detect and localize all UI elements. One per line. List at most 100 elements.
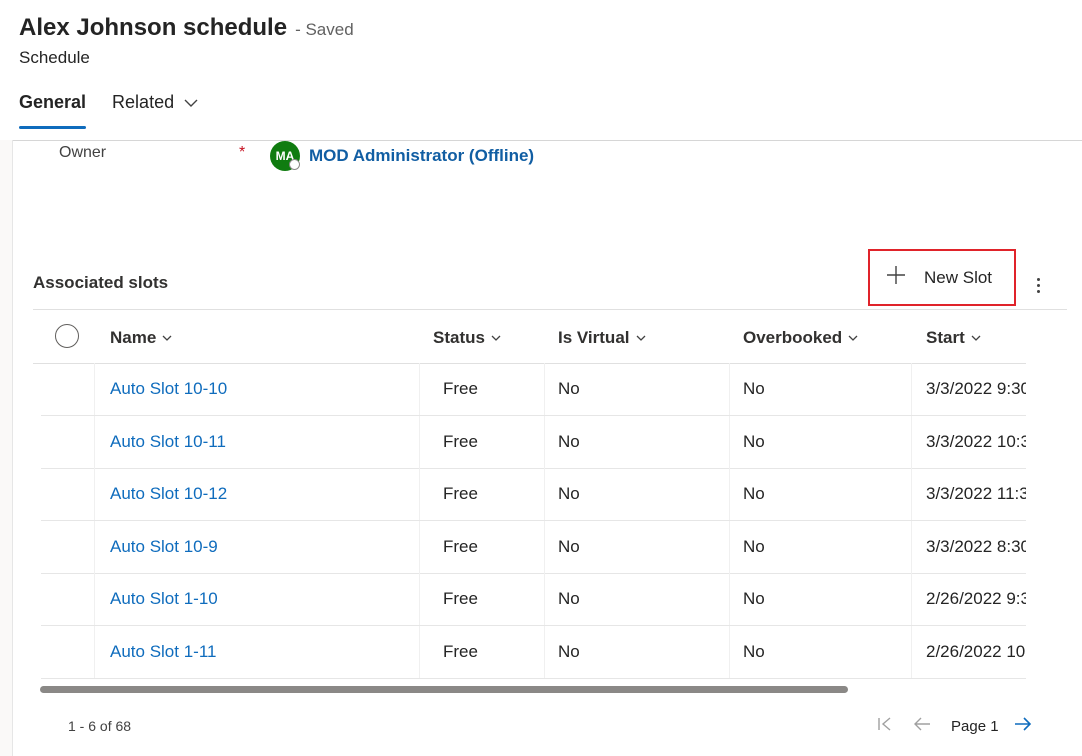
chevron-down-icon [848,335,858,341]
slot-status: Free [443,432,478,451]
subgrid-title: Associated slots [33,273,169,292]
grid-header: Name Status Is Virtual Overbooked Start [33,310,1026,364]
column-header-label: Is Virtual [558,328,630,347]
slot-name-link[interactable]: Auto Slot 10-12 [110,484,227,504]
slot-status: Free [443,642,478,661]
tab-related[interactable]: Related [112,92,198,123]
slots-grid: Name Status Is Virtual Overbooked Start … [33,310,1026,680]
table-row[interactable]: Auto Slot 1-11 Free No No 2/26/2022 10 [41,626,1026,679]
column-divider [911,468,912,520]
entity-name: Schedule [19,48,90,67]
table-row[interactable]: Auto Slot 10-10 Free No No 3/3/2022 9:30 [41,363,1026,416]
column-header-start[interactable]: Start [926,328,981,348]
column-divider [419,363,420,415]
form-header: Alex Johnson schedule - Saved Schedule G… [0,0,1082,141]
column-divider [544,573,545,625]
table-row[interactable]: Auto Slot 10-9 Free No No 3/3/2022 8:30 [41,521,1026,574]
slot-name-link[interactable]: Auto Slot 10-10 [110,379,227,399]
slot-name-link[interactable]: Auto Slot 10-9 [110,537,218,557]
slot-start: 3/3/2022 11:3 [926,484,1026,503]
slot-is-virtual: No [558,484,580,503]
arrow-left-icon[interactable] [913,716,931,732]
column-divider [729,363,730,415]
column-header-label: Start [926,328,965,347]
table-row[interactable]: Auto Slot 1-10 Free No No 2/26/2022 9:3 [41,573,1026,626]
column-divider [419,573,420,625]
slot-name-link[interactable]: Auto Slot 10-11 [110,432,226,452]
form-left-gutter [0,140,13,756]
save-status: - Saved [295,20,354,39]
column-divider [544,521,545,573]
chevron-down-icon [162,335,172,341]
column-header-status[interactable]: Status [433,328,501,348]
column-divider [94,626,95,678]
column-divider [911,521,912,573]
tab-general-label: General [19,92,87,112]
new-slot-label: New Slot [924,267,993,287]
tab-general[interactable]: General [19,92,87,129]
presence-offline-icon [289,159,300,170]
column-divider [544,363,545,415]
more-vertical-icon[interactable] [1028,272,1048,298]
table-row[interactable]: Auto Slot 10-11 Free No No 3/3/2022 10:3 [41,416,1026,469]
first-page-icon[interactable] [877,716,893,732]
chevron-down-icon [636,335,645,341]
arrow-right-icon[interactable] [1014,716,1032,732]
column-divider [94,521,95,573]
slot-status: Free [443,589,478,608]
column-divider [911,416,912,468]
slot-is-virtual: No [558,537,580,556]
column-divider [419,416,420,468]
chevron-down-icon [184,92,198,113]
owner-lookup-link[interactable]: MOD Administrator (Offline) [309,146,534,166]
column-divider [419,468,420,520]
slot-status: Free [443,537,478,556]
slot-status: Free [443,379,478,398]
column-divider [911,363,912,415]
tab-list: General Related [19,92,198,129]
horizontal-scrollbar[interactable] [40,686,848,693]
record-title: Alex Johnson schedule [19,14,288,41]
plus-icon [886,265,906,290]
slot-overbooked: No [743,484,765,503]
table-row[interactable]: Auto Slot 10-12 Free No No 3/3/2022 11:3 [41,468,1026,521]
slot-is-virtual: No [558,642,580,661]
select-all-checkbox[interactable] [55,324,79,348]
slot-name-link[interactable]: Auto Slot 1-10 [110,589,218,609]
slot-start: 3/3/2022 10:3 [926,432,1026,451]
column-divider [544,416,545,468]
column-divider [94,363,95,415]
column-header-is-virtual[interactable]: Is Virtual [558,328,646,348]
column-header-overbooked[interactable]: Overbooked [743,328,858,348]
new-slot-button[interactable]: New Slot [868,249,1016,306]
column-divider [94,416,95,468]
column-divider [911,573,912,625]
title-row: Alex Johnson schedule - Saved [19,14,354,42]
tab-related-label: Related [112,92,175,112]
column-header-name[interactable]: Name [110,328,172,348]
slot-overbooked: No [743,379,765,398]
slot-overbooked: No [743,642,765,661]
page-label: Page 1 [951,718,999,735]
column-divider [544,468,545,520]
column-divider [729,416,730,468]
column-divider [544,626,545,678]
slot-name-link[interactable]: Auto Slot 1-11 [110,642,216,662]
column-divider [94,468,95,520]
chevron-down-icon [971,335,981,341]
slot-is-virtual: No [558,432,580,451]
slot-start: 3/3/2022 8:30 [926,537,1026,556]
required-indicator: * [239,144,246,161]
chevron-down-icon [491,335,501,341]
slot-is-virtual: No [558,379,580,398]
slot-overbooked: No [743,537,765,556]
column-header-label: Name [110,328,157,347]
slot-start: 2/26/2022 9:3 [926,589,1026,608]
slot-is-virtual: No [558,589,580,608]
column-divider [419,521,420,573]
column-header-label: Status [433,328,485,347]
column-divider [729,468,730,520]
column-divider [94,573,95,625]
column-header-label: Overbooked [743,328,843,347]
slot-overbooked: No [743,589,765,608]
